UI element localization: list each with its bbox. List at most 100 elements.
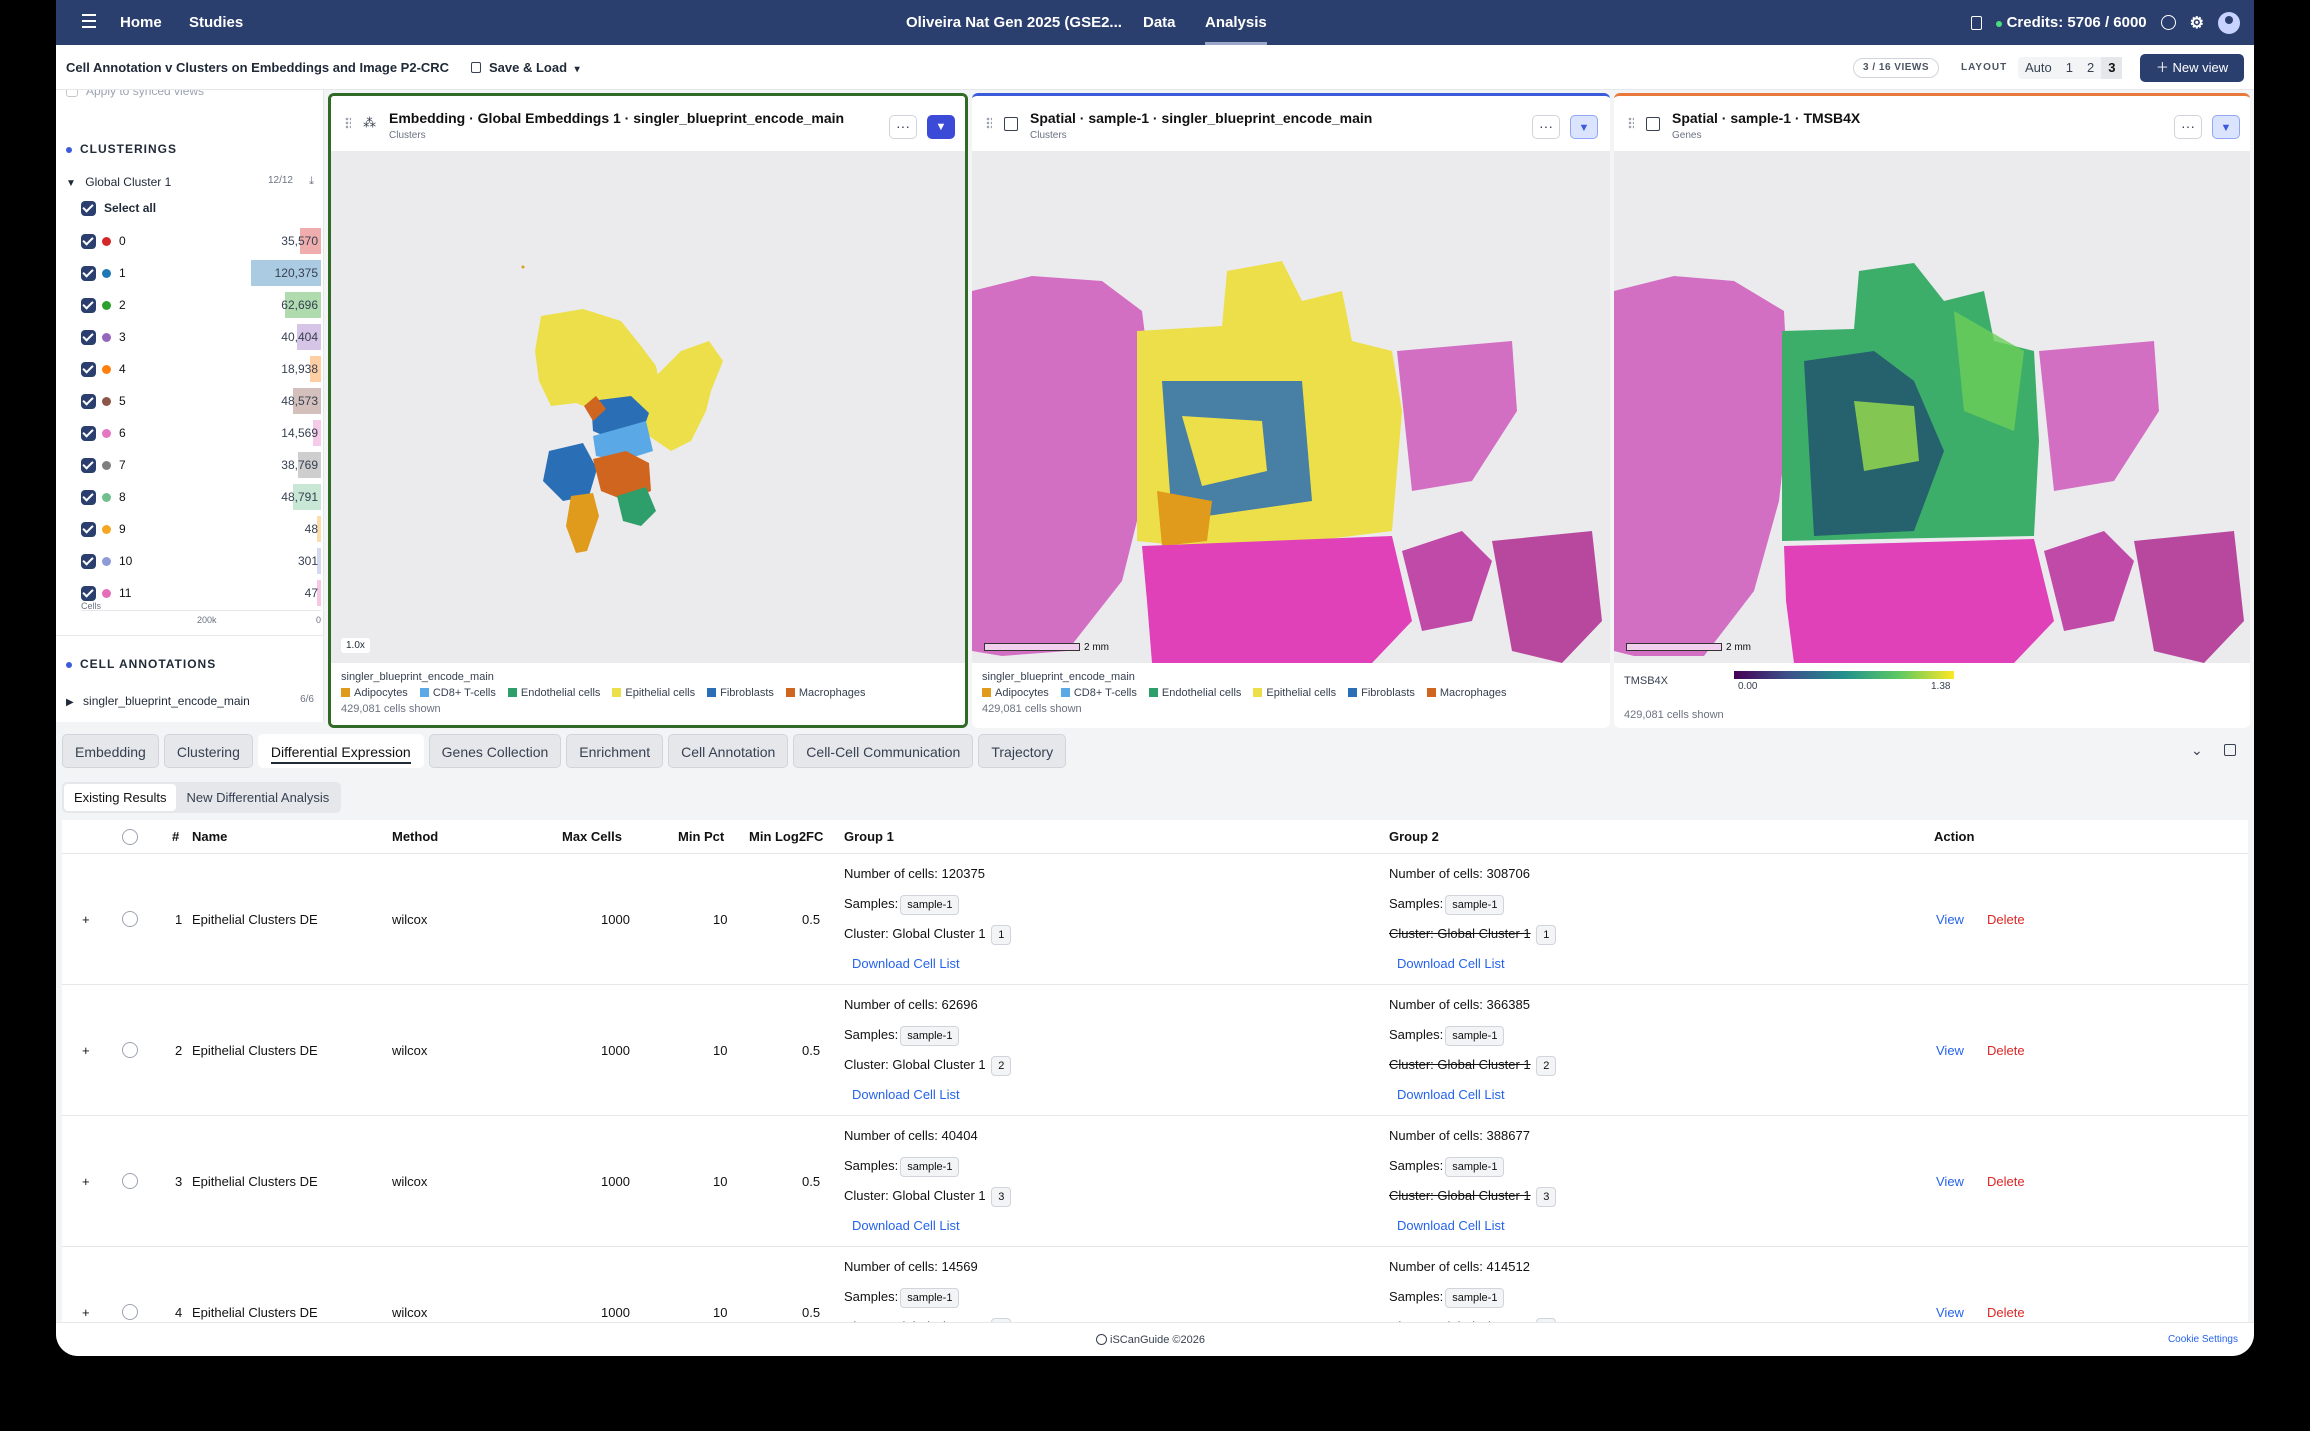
menu-icon[interactable]	[82, 14, 96, 28]
legend-item[interactable]: Epithelial cells	[612, 687, 695, 699]
download-cell-list-link[interactable]: Download Cell List	[852, 949, 1011, 979]
apply-synced-row[interactable]: Apply to synced views	[66, 90, 204, 98]
delete-button[interactable]: Delete	[1987, 1043, 2025, 1058]
tab-embedding[interactable]: Embedding	[62, 734, 159, 768]
view-button[interactable]: View	[1936, 1174, 1964, 1189]
cluster-checkbox[interactable]	[81, 297, 96, 313]
cluster-row[interactable]: 10 301	[81, 548, 321, 574]
cluster-checkbox[interactable]	[81, 265, 96, 281]
download-cell-list-link[interactable]: Download Cell List	[852, 1080, 1011, 1110]
select-all-checkbox[interactable]	[81, 201, 96, 217]
layout-option-3[interactable]: 3	[2101, 57, 2123, 79]
legend-item[interactable]: CD8+ T-cells	[1060, 687, 1137, 699]
nav-studies[interactable]: Studies	[189, 0, 243, 45]
legend-item[interactable]: Endothelial cells	[1148, 687, 1241, 699]
document-icon[interactable]	[1971, 15, 1983, 30]
cluster-group-row[interactable]: ▼ Global Cluster 1 12/12 ⤓	[66, 175, 318, 189]
expand-row-button[interactable]: +	[82, 1043, 90, 1058]
more-options-button[interactable]: ···	[889, 115, 917, 139]
filter-icon[interactable]: ▼	[1570, 115, 1598, 139]
cluster-row[interactable]: 8 48,791	[81, 484, 321, 510]
delete-button[interactable]: Delete	[1987, 1305, 2025, 1320]
cluster-checkbox[interactable]	[81, 521, 96, 537]
download-cell-list-link[interactable]: Download Cell List	[1397, 1211, 1556, 1241]
cluster-checkbox[interactable]	[81, 233, 96, 249]
legend-item[interactable]: CD8+ T-cells	[419, 687, 496, 699]
download-cell-list-link[interactable]: Download Cell List	[852, 1211, 1011, 1241]
spatial-clusters-panel[interactable]: Spatial · sample-1 · singler_blueprint_e…	[972, 93, 1610, 728]
filter-icon[interactable]: ▼	[2212, 115, 2240, 139]
legend-item[interactable]: Adipocytes	[982, 687, 1049, 699]
legend-item[interactable]: Epithelial cells	[1253, 687, 1336, 699]
cluster-row[interactable]: 9 48	[81, 516, 321, 542]
chevron-down-icon[interactable]: ▼	[66, 178, 76, 189]
tab-new-differential-analysis[interactable]: New Differential Analysis	[176, 784, 339, 811]
cluster-checkbox[interactable]	[81, 553, 96, 569]
legend-item[interactable]: Macrophages	[785, 687, 866, 699]
help-icon[interactable]	[2160, 15, 2176, 30]
nav-data[interactable]: Data	[1143, 0, 1176, 45]
cluster-row[interactable]: 5 48,573	[81, 388, 321, 414]
spatial-gene-panel[interactable]: Spatial · sample-1 · TMSB4X Genes ··· ▼ …	[1614, 93, 2250, 728]
delete-button[interactable]: Delete	[1987, 912, 2025, 927]
select-all-row[interactable]: Select all	[81, 201, 156, 217]
download-icon[interactable]: ⤓	[309, 175, 314, 188]
expand-row-button[interactable]: +	[82, 1305, 90, 1320]
row-select-radio[interactable]	[122, 1042, 138, 1058]
cluster-row[interactable]: 3 40,404	[81, 324, 321, 350]
row-select-radio[interactable]	[122, 1173, 138, 1189]
layout-option-auto[interactable]: Auto	[2018, 57, 2059, 79]
umap-scatter[interactable]	[331, 151, 965, 663]
new-view-button[interactable]: ＋ New view	[2140, 54, 2244, 82]
tab-genes-collection[interactable]: Genes Collection	[428, 734, 562, 768]
cluster-checkbox[interactable]	[81, 361, 96, 377]
layout-option-2[interactable]: 2	[2080, 57, 2101, 79]
spatial-canvas[interactable]: 2 mm	[1614, 151, 2250, 663]
tab-trajectory[interactable]: Trajectory	[978, 734, 1067, 768]
cluster-row[interactable]: 1 120,375	[81, 260, 321, 286]
drag-handle-icon[interactable]	[345, 117, 351, 129]
colorbar[interactable]	[1734, 671, 1954, 679]
more-options-button[interactable]: ···	[1532, 115, 1560, 139]
tab-cell-cell-communication[interactable]: Cell-Cell Communication	[793, 734, 974, 768]
collapse-chevron-icon[interactable]: ⌄	[2191, 742, 2203, 759]
legend-item[interactable]: Fibroblasts	[707, 687, 774, 699]
drag-handle-icon[interactable]	[1628, 117, 1634, 129]
tissue-gene-image[interactable]	[1614, 151, 2250, 663]
embedding-view-panel[interactable]: ⁂ Embedding · Global Embeddings 1 · sing…	[328, 93, 968, 728]
cluster-row[interactable]: 2 62,696	[81, 292, 321, 318]
cookie-settings-link[interactable]: Cookie Settings	[2168, 1334, 2238, 1345]
tab-differential-expression[interactable]: Differential Expression	[257, 734, 424, 768]
view-button[interactable]: View	[1936, 1305, 1964, 1320]
select-all-radio[interactable]	[122, 829, 138, 845]
nav-analysis[interactable]: Analysis	[1205, 0, 1267, 45]
legend-item[interactable]: Fibroblasts	[1348, 687, 1415, 699]
cluster-row[interactable]: 4 18,938	[81, 356, 321, 382]
cluster-row[interactable]: 0 35,570	[81, 228, 321, 254]
cluster-checkbox[interactable]	[81, 457, 96, 473]
cluster-checkbox[interactable]	[81, 329, 96, 345]
view-button[interactable]: View	[1936, 1043, 1964, 1058]
save-load-button[interactable]: Save & Load ▾	[471, 45, 580, 92]
cluster-checkbox[interactable]	[81, 393, 96, 409]
view-button[interactable]: View	[1936, 912, 1964, 927]
tab-enrichment[interactable]: Enrichment	[566, 734, 664, 768]
study-title[interactable]: Oliveira Nat Gen 2025 (GSE2...	[906, 0, 1122, 45]
cluster-checkbox[interactable]	[81, 489, 96, 505]
cluster-checkbox[interactable]	[81, 585, 96, 601]
cluster-row[interactable]: 11 47	[81, 580, 321, 606]
cluster-row[interactable]: 6 14,569	[81, 420, 321, 446]
embedding-canvas[interactable]: 1.0x	[331, 151, 965, 663]
chevron-right-icon[interactable]: ▶	[66, 697, 74, 708]
download-cell-list-link[interactable]: Download Cell List	[1397, 1080, 1556, 1110]
legend-item[interactable]: Adipocytes	[341, 687, 408, 699]
cluster-checkbox[interactable]	[81, 425, 96, 441]
expand-row-button[interactable]: +	[82, 912, 90, 927]
delete-button[interactable]: Delete	[1987, 1174, 2025, 1189]
expand-row-button[interactable]: +	[82, 1174, 90, 1189]
more-options-button[interactable]: ···	[2174, 115, 2202, 139]
tab-cell-annotation[interactable]: Cell Annotation	[668, 734, 789, 768]
gear-icon[interactable]: ⚙	[2190, 13, 2204, 33]
nav-home[interactable]: Home	[120, 0, 162, 45]
download-cell-list-link[interactable]: Download Cell List	[1397, 949, 1556, 979]
